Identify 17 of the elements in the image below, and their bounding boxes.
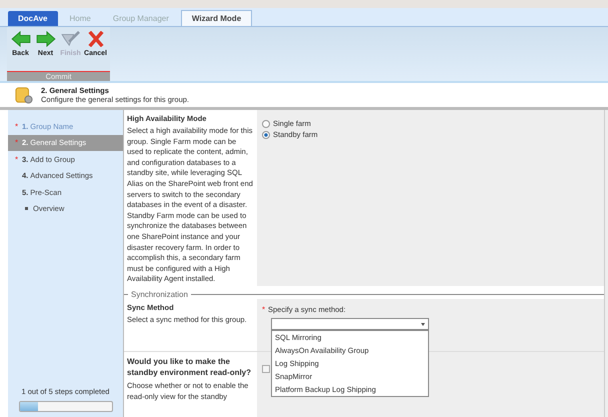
radio-button[interactable]: [262, 130, 270, 138]
required-marker: *: [15, 138, 20, 148]
required-marker: *: [15, 154, 20, 164]
checkmark-icon: [60, 31, 80, 47]
tab[interactable]: DocAve: [8, 11, 58, 26]
radio-button[interactable]: [262, 120, 270, 128]
close-icon: [86, 31, 106, 47]
tab[interactable]: Wizard Mode: [180, 10, 252, 26]
left-arrow-icon: [10, 31, 30, 47]
section-title: Would you like to make the standby environment read-only?: [127, 356, 252, 378]
section-heading: Synchronization: [130, 290, 189, 299]
required-marker: *: [262, 305, 266, 314]
checkbox[interactable]: [262, 365, 270, 373]
right-arrow-icon: [36, 31, 56, 47]
required-marker: *: [15, 122, 20, 131]
sync-method-dropdown[interactable]: [271, 318, 429, 330]
caret-icon: [421, 322, 425, 326]
